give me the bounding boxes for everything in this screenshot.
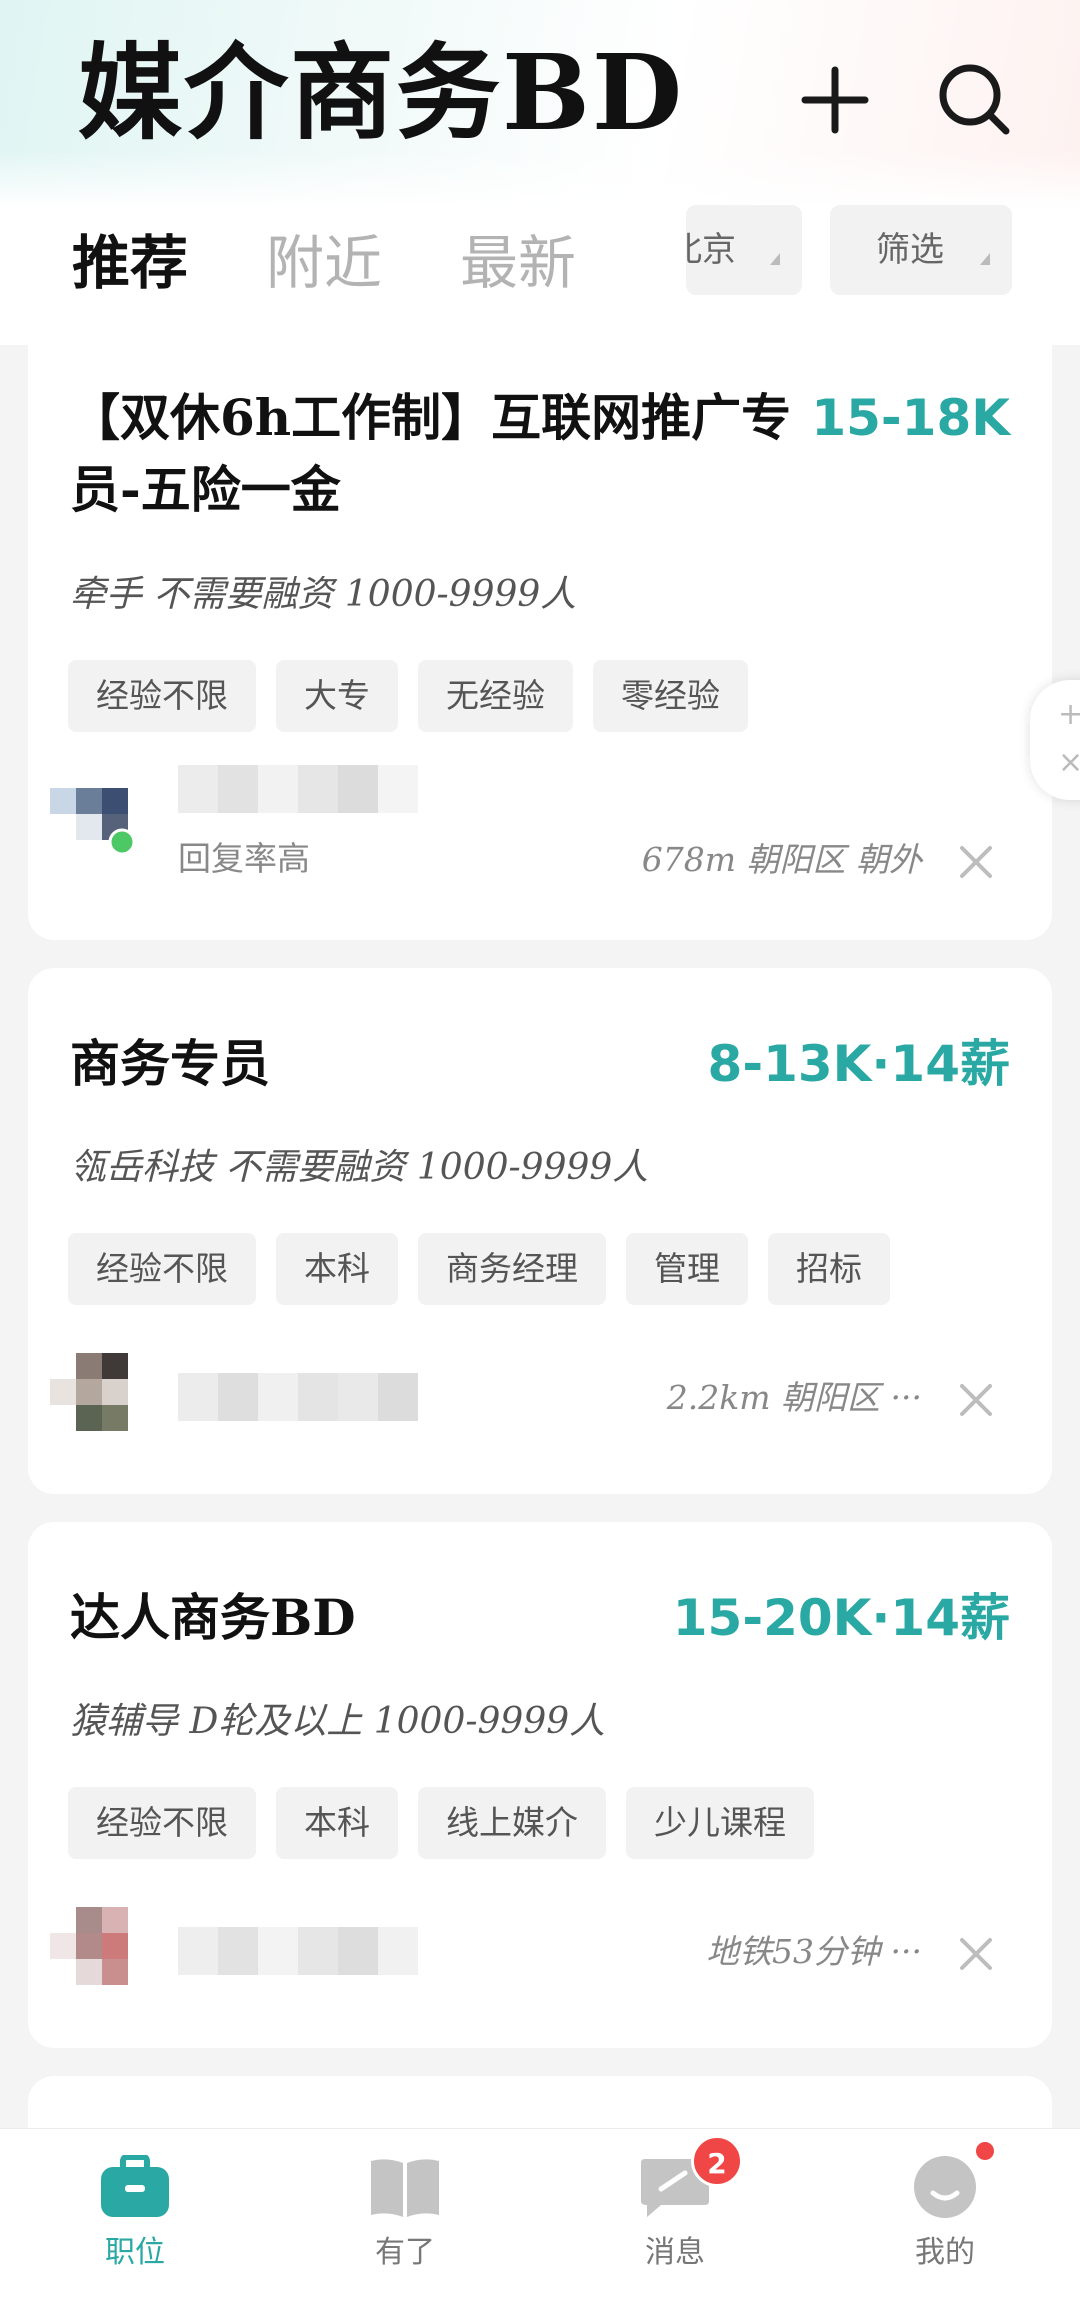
job-tag: 本科 <box>276 1233 398 1305</box>
job-card[interactable]: 商务专员 8-13K·14薪 瓴岳科技 不需要融资 1000-9999人 经验不… <box>28 968 1052 1494</box>
job-tag: 经验不限 <box>68 660 256 732</box>
briefcase-icon <box>99 2154 171 2219</box>
tab-nearby[interactable]: 附近 <box>266 218 382 308</box>
recruiter-avatar <box>50 788 136 856</box>
job-location: 678m 朝阳区 朝外 <box>641 840 922 879</box>
recruiter-name-blurred <box>178 765 418 813</box>
filter-button[interactable]: 筛选 <box>830 205 1012 295</box>
plus-icon: + <box>1058 697 1080 732</box>
job-salary: 15-20K·14薪 <box>672 1589 1010 1647</box>
job-tags: 经验不限 本科 商务经理 管理 招标 <box>68 1233 890 1305</box>
nav-profile[interactable]: 我的 <box>865 2139 1025 2273</box>
nav-label: 职位 <box>105 2235 165 2270</box>
close-icon[interactable] <box>952 1930 1000 1978</box>
job-title: 达人商务BD <box>70 1588 356 1647</box>
nav-messages[interactable]: 2 消息 <box>595 2135 755 2273</box>
search-query-title[interactable]: 媒介商务BD <box>78 28 684 158</box>
job-tag: 本科 <box>276 1787 398 1859</box>
floating-side-tab[interactable]: + × <box>1030 680 1080 800</box>
recruiter-name-blurred <box>178 1373 418 1421</box>
nav-label: 消息 <box>645 2235 705 2270</box>
close-icon: × <box>1058 745 1080 780</box>
close-icon[interactable] <box>952 838 1000 886</box>
reply-rate-label: 回复率高 <box>178 839 310 878</box>
job-tag: 线上媒介 <box>418 1787 606 1859</box>
profile-icon <box>909 2139 997 2219</box>
job-tag: 商务经理 <box>418 1233 606 1305</box>
company-info: 瓴岳科技 不需要融资 1000-9999人 <box>70 1147 649 1188</box>
job-title: 商务专员 <box>70 1034 270 1093</box>
recruiter-name-blurred <box>178 1927 418 1975</box>
close-icon[interactable] <box>952 1376 1000 1424</box>
job-tag: 少儿课程 <box>626 1787 814 1859</box>
plus-icon[interactable] <box>790 55 880 145</box>
nav-youle[interactable]: 有了 <box>325 2155 485 2273</box>
job-title: 【双休6h工作制】互联网推广专员-五险一金 <box>70 388 792 519</box>
job-location: 2.2km 朝阳区 ··· <box>666 1378 922 1417</box>
job-tag: 无经验 <box>418 660 573 732</box>
job-card[interactable]: 【双休6h工作制】互联网推广专员-五险一金 15-18K 牵手 不需要融资 10… <box>28 330 1052 940</box>
company-info: 牵手 不需要融资 1000-9999人 <box>70 574 577 615</box>
book-icon <box>369 2155 441 2219</box>
job-tag: 大专 <box>276 660 398 732</box>
job-tags: 经验不限 大专 无经验 零经验 <box>68 660 748 732</box>
company-info: 猿辅导 D轮及以上 1000-9999人 <box>70 1701 606 1742</box>
unread-badge: 2 <box>691 2135 743 2187</box>
dropdown-caret-icon <box>980 253 990 265</box>
nav-label: 我的 <box>915 2235 975 2270</box>
job-tags: 经验不限 本科 线上媒介 少儿课程 <box>68 1787 814 1859</box>
job-tag: 经验不限 <box>68 1787 256 1859</box>
job-location: 地铁53分钟 ··· <box>706 1932 922 1971</box>
message-icon: 2 <box>639 2135 743 2219</box>
feed-tabs: 推荐 附近 最新 <box>72 218 576 308</box>
nav-jobs[interactable]: 职位 <box>55 2154 215 2273</box>
job-tag: 管理 <box>626 1233 748 1305</box>
nav-label: 有了 <box>375 2235 435 2270</box>
job-tag: 零经验 <box>593 660 748 732</box>
job-card[interactable]: 达人商务BD 15-20K·14薪 猿辅导 D轮及以上 1000-9999人 经… <box>28 1522 1052 2048</box>
tab-recommend[interactable]: 推荐 <box>72 218 188 308</box>
city-selector[interactable]: 北京 <box>686 205 802 295</box>
filter-label: 筛选 <box>876 230 944 270</box>
notification-dot <box>973 2139 997 2163</box>
dropdown-caret-icon <box>770 253 780 265</box>
tab-latest[interactable]: 最新 <box>460 218 576 308</box>
search-icon[interactable] <box>930 55 1020 145</box>
recruiter-avatar <box>50 1907 128 1985</box>
job-salary: 15-18K <box>811 389 1010 447</box>
city-label: 北京 <box>686 230 736 270</box>
job-tag: 经验不限 <box>68 1233 256 1305</box>
job-tag: 招标 <box>768 1233 890 1305</box>
bottom-navigation: 职位 有了 2 消息 我的 <box>0 2128 1080 2297</box>
recruiter-avatar <box>50 1353 128 1431</box>
job-salary: 8-13K·14薪 <box>707 1035 1010 1093</box>
